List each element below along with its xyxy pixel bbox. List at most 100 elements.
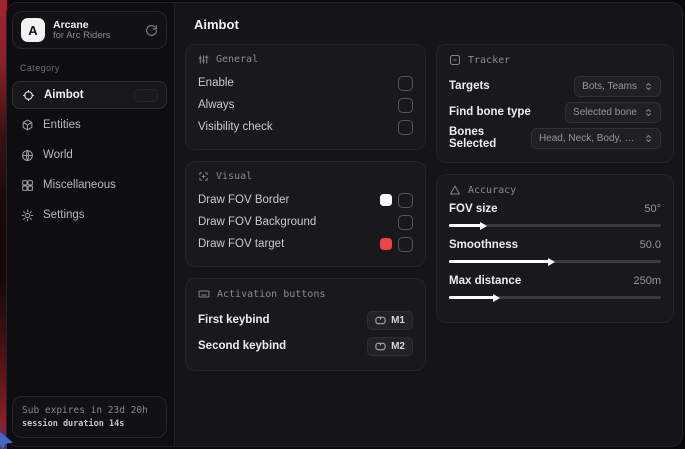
scan-icon <box>198 171 209 182</box>
crosshair-icon <box>22 89 35 102</box>
panel-title: Tracker <box>468 55 510 66</box>
find-bone-type-dropdown[interactable]: Selected bone <box>565 102 661 123</box>
sidebar-nav: Aimbot Entities <box>12 81 167 231</box>
fov-border-color-swatch[interactable] <box>380 194 392 206</box>
aimbot-hotkey-badge <box>134 89 158 102</box>
slider-value: 50.0 <box>640 239 661 251</box>
page-title: Aimbot <box>194 17 674 32</box>
subscription-card: Sub expires in 23d 20h session duration … <box>12 396 167 438</box>
dropdown-value: Bots, Teams <box>582 81 637 92</box>
triangle-icon <box>449 184 461 196</box>
slider-thumb[interactable] <box>480 222 487 230</box>
chevrons-up-down-icon <box>644 134 653 143</box>
app-subtitle: for Arc Riders <box>53 31 137 42</box>
slider-row: FOV size 50° <box>449 203 661 227</box>
bones-selected-dropdown[interactable]: Head, Neck, Body, Pe.. <box>531 128 661 149</box>
setting-row: Draw FOV target <box>198 233 413 255</box>
sidebar-item-label: Entities <box>43 119 81 131</box>
app-window: A Arcane for Arc Riders Category <box>6 2 683 447</box>
session-duration-text: session duration 14s <box>22 419 157 429</box>
dropdown-value: Selected bone <box>573 107 637 118</box>
mouse-icon <box>375 316 386 325</box>
target-icon <box>449 54 461 66</box>
dropdown-value: Head, Neck, Body, Pe.. <box>539 133 637 144</box>
panel-title: Visual <box>216 171 252 182</box>
slider-row: Smoothness 50.0 <box>449 239 661 263</box>
logo-initial: A <box>28 23 37 38</box>
category-label: Category <box>20 63 167 73</box>
slider-value: 250m <box>633 275 661 287</box>
setting-label: Bones Selected <box>449 126 531 150</box>
panel-title: Activation buttons <box>217 289 325 300</box>
draw-fov-background-checkbox[interactable] <box>398 215 413 230</box>
sidebar-item-label: Settings <box>43 209 85 221</box>
fov-target-color-swatch[interactable] <box>380 238 392 250</box>
second-keybind-button[interactable]: M2 <box>367 337 413 356</box>
setting-label: Draw FOV target <box>198 238 284 250</box>
panel-title: General <box>216 54 258 65</box>
logo-avatar: A <box>21 18 45 42</box>
cube-icon <box>21 119 34 132</box>
sidebar-item-settings[interactable]: Settings <box>12 201 167 229</box>
setting-row: Targets Bots, Teams <box>449 73 661 99</box>
sidebar-item-aimbot[interactable]: Aimbot <box>12 81 167 109</box>
app-title: Arcane <box>53 19 137 31</box>
keybind-value: M1 <box>391 315 405 326</box>
sidebar: A Arcane for Arc Riders Category <box>7 3 175 446</box>
setting-row: First keybind M1 <box>198 307 413 333</box>
setting-label: Enable <box>198 77 234 89</box>
always-checkbox[interactable] <box>398 98 413 113</box>
setting-label: Draw FOV Border <box>198 194 289 206</box>
panel-activation-buttons: Activation buttons First keybind M1 <box>185 278 426 371</box>
sidebar-item-label: World <box>43 149 73 161</box>
slider-thumb[interactable] <box>548 258 555 266</box>
gear-icon <box>21 209 34 222</box>
setting-row: Second keybind M2 <box>198 333 413 359</box>
setting-row: Bones Selected Head, Neck, Body, Pe.. <box>449 125 661 151</box>
targets-dropdown[interactable]: Bots, Teams <box>574 76 661 97</box>
panel-tracker: Tracker Targets Bots, Teams <box>436 44 674 163</box>
setting-label: Draw FOV Background <box>198 216 316 228</box>
grid-icon <box>21 179 34 192</box>
enable-checkbox[interactable] <box>398 76 413 91</box>
sidebar-item-miscellaneous[interactable]: Miscellaneous <box>12 171 167 199</box>
panel-title: Accuracy <box>468 185 516 196</box>
logo-text: Arcane for Arc Riders <box>53 19 137 42</box>
slider-label: Smoothness <box>449 239 518 251</box>
panel-accuracy: Accuracy FOV size 50° <box>436 174 674 323</box>
setting-row: Draw FOV Border <box>198 189 413 211</box>
panel-general: General Enable Always Visibility check <box>185 44 426 150</box>
sidebar-item-label: Aimbot <box>44 89 84 101</box>
globe-icon <box>21 149 34 162</box>
sub-expiry-text: Sub expires in 23d 20h <box>22 405 157 416</box>
desktop-background: A Arcane for Arc Riders Category <box>0 0 685 449</box>
setting-label: Targets <box>449 80 490 92</box>
setting-row: Visibility check <box>198 116 413 138</box>
keybind-value: M2 <box>391 341 405 352</box>
slider-thumb[interactable] <box>493 294 500 302</box>
setting-label: Always <box>198 99 234 111</box>
fov-size-slider[interactable] <box>449 224 661 227</box>
slider-row: Max distance 250m <box>449 275 661 299</box>
max-distance-slider[interactable] <box>449 296 661 299</box>
slider-label: Max distance <box>449 275 521 287</box>
logo-card: A Arcane for Arc Riders <box>12 11 167 49</box>
setting-label: Second keybind <box>198 340 286 352</box>
setting-row: Find bone type Selected bone <box>449 99 661 125</box>
draw-fov-border-checkbox[interactable] <box>398 193 413 208</box>
slider-label: FOV size <box>449 203 498 215</box>
draw-fov-target-checkbox[interactable] <box>398 237 413 252</box>
smoothness-slider[interactable] <box>449 260 661 263</box>
sidebar-item-label: Miscellaneous <box>43 179 116 191</box>
chevrons-up-down-icon <box>644 108 653 117</box>
chevrons-up-down-icon <box>644 82 653 91</box>
sidebar-item-world[interactable]: World <box>12 141 167 169</box>
sidebar-item-entities[interactable]: Entities <box>12 111 167 139</box>
mouse-icon <box>375 342 386 351</box>
setting-label: Find bone type <box>449 106 531 118</box>
visibility-check-checkbox[interactable] <box>398 120 413 135</box>
setting-row: Enable <box>198 72 413 94</box>
setting-label: Visibility check <box>198 121 273 133</box>
first-keybind-button[interactable]: M1 <box>367 311 413 330</box>
sync-icon[interactable] <box>145 24 158 37</box>
